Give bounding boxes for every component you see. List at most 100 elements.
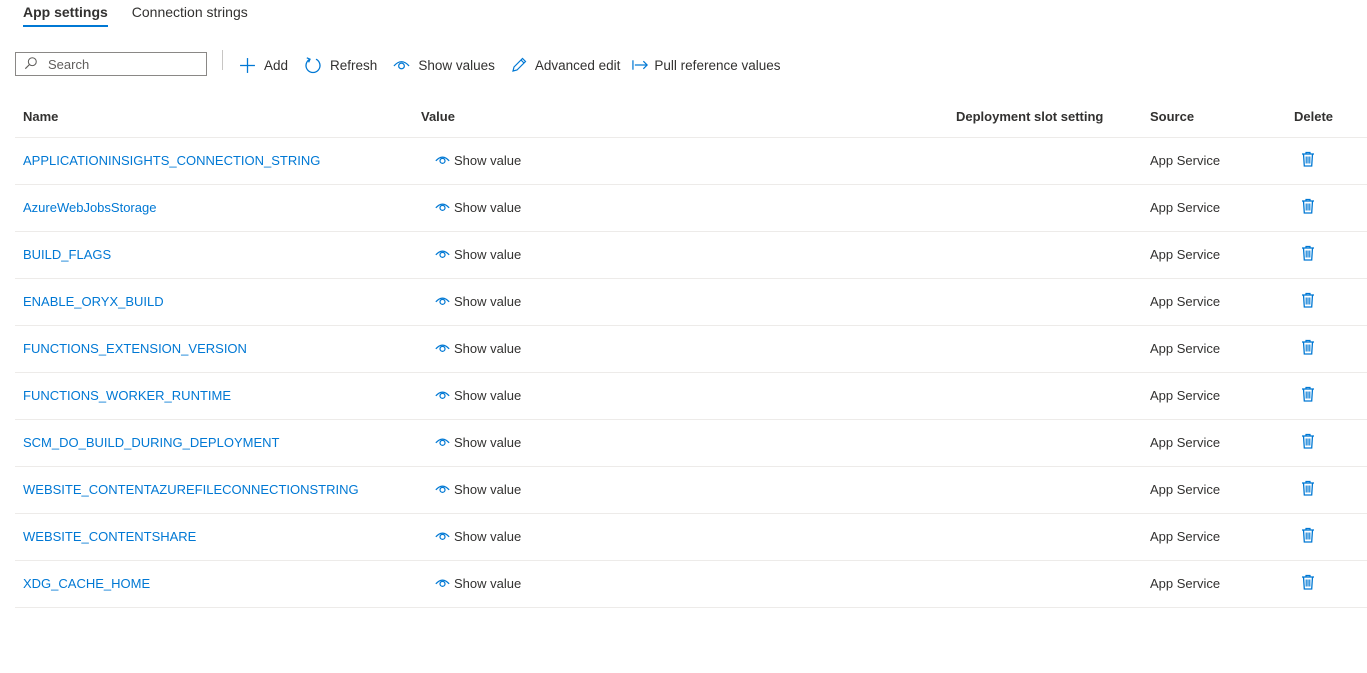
show-value-button[interactable]: Show value [435, 576, 521, 591]
setting-name-link[interactable]: APPLICATIONINSIGHTS_CONNECTION_STRING [23, 153, 320, 168]
show-value-button[interactable]: Show value [435, 247, 521, 262]
setting-name-cell: FUNCTIONS_EXTENSION_VERSION [15, 325, 421, 373]
delete-cell [1294, 372, 1367, 420]
header-source[interactable]: Source [1150, 97, 1294, 138]
setting-name-link[interactable]: WEBSITE_CONTENTAZUREFILECONNECTIONSTRING [23, 482, 359, 497]
setting-name-link[interactable]: FUNCTIONS_WORKER_RUNTIME [23, 388, 231, 403]
plus-icon [239, 57, 264, 74]
show-value-button[interactable]: Show value [435, 200, 521, 215]
show-value-button[interactable]: Show value [435, 482, 521, 497]
setting-value-cell: Show value [421, 325, 956, 373]
eye-icon [435, 531, 454, 541]
setting-name-link[interactable]: SCM_DO_BUILD_DURING_DEPLOYMENT [23, 435, 279, 450]
show-value-button[interactable]: Show value [435, 341, 521, 356]
trash-icon[interactable] [1301, 480, 1315, 496]
source-cell: App Service [1150, 419, 1294, 467]
delete-cell [1294, 513, 1367, 561]
setting-name-link[interactable]: BUILD_FLAGS [23, 247, 111, 262]
search-input[interactable] [48, 56, 198, 72]
eye-icon [435, 249, 454, 259]
deployment-slot-setting-cell [956, 231, 1150, 279]
eye-icon [393, 59, 418, 71]
show-values-label: Show values [418, 57, 495, 73]
source-cell: App Service [1150, 137, 1294, 185]
setting-name-link[interactable]: WEBSITE_CONTENTSHARE [23, 529, 196, 544]
deployment-slot-setting-cell [956, 372, 1150, 420]
deployment-slot-setting-cell [956, 513, 1150, 561]
setting-name-link[interactable]: ENABLE_ORYX_BUILD [23, 294, 164, 309]
add-label: Add [264, 57, 289, 73]
show-value-label: Show value [454, 528, 522, 544]
arrow-right-to-bar-icon [632, 59, 654, 71]
show-value-button[interactable]: Show value [435, 388, 521, 403]
deployment-slot-setting-cell [956, 466, 1150, 514]
eye-icon [435, 155, 454, 165]
source-cell: App Service [1150, 278, 1294, 326]
show-value-label: Show value [454, 293, 522, 309]
show-value-button[interactable]: Show value [435, 529, 521, 544]
setting-name-link[interactable]: XDG_CACHE_HOME [23, 576, 150, 591]
deployment-slot-setting-cell [956, 278, 1150, 326]
source-cell: App Service [1150, 560, 1294, 608]
setting-name-cell: ENABLE_ORYX_BUILD [15, 278, 421, 326]
add-button[interactable]: Add [239, 57, 288, 74]
table-row: ENABLE_ORYX_BUILD Show value App Service [15, 278, 1367, 326]
setting-name-cell: APPLICATIONINSIGHTS_CONNECTION_STRING [15, 137, 421, 185]
table-row: FUNCTIONS_WORKER_RUNTIME Show value App Se… [15, 372, 1367, 420]
trash-icon[interactable] [1301, 198, 1315, 214]
refresh-button[interactable]: Refresh [304, 56, 377, 74]
header-name[interactable]: Name [15, 97, 421, 138]
delete-cell [1294, 184, 1367, 232]
header-deployment-slot-setting[interactable]: Deployment slot setting [956, 97, 1150, 138]
trash-icon[interactable] [1301, 527, 1315, 543]
trash-icon[interactable] [1301, 574, 1315, 590]
delete-cell [1294, 137, 1367, 185]
show-value-label: Show value [454, 481, 522, 497]
search-box[interactable] [15, 52, 207, 76]
show-value-label: Show value [454, 246, 522, 262]
show-value-button[interactable]: Show value [435, 435, 521, 450]
tab-app-settings[interactable]: App settings [23, 0, 108, 28]
table-row: XDG_CACHE_HOME Show value App Service [15, 560, 1367, 608]
pull-reference-values-button[interactable]: Pull reference values [632, 58, 781, 73]
setting-name-link[interactable]: FUNCTIONS_EXTENSION_VERSION [23, 341, 247, 356]
source-cell: App Service [1150, 513, 1294, 561]
show-value-button[interactable]: Show value [435, 153, 521, 168]
eye-icon [435, 578, 454, 588]
setting-name-cell: BUILD_FLAGS [15, 231, 421, 279]
trash-icon[interactable] [1301, 292, 1315, 308]
table-row: WEBSITE_CONTENTSHARE Show value App Servic… [15, 513, 1367, 561]
deployment-slot-setting-cell [956, 325, 1150, 373]
setting-value-cell: Show value [421, 137, 956, 185]
trash-icon[interactable] [1301, 151, 1315, 167]
trash-icon[interactable] [1301, 433, 1315, 449]
eye-icon [435, 343, 454, 353]
toolbar: Add Refresh Show values Advanced edit Pu… [15, 46, 797, 82]
setting-name-link[interactable]: AzureWebJobsStorage [23, 200, 156, 215]
show-value-label: Show value [454, 387, 522, 403]
show-values-button[interactable]: Show values [393, 58, 495, 73]
trash-icon[interactable] [1301, 339, 1315, 355]
setting-value-cell: Show value [421, 513, 956, 561]
trash-icon[interactable] [1301, 245, 1315, 261]
setting-name-cell: WEBSITE_CONTENTSHARE [15, 513, 421, 561]
deployment-slot-setting-cell [956, 137, 1150, 185]
setting-name-cell: SCM_DO_BUILD_DURING_DEPLOYMENT [15, 419, 421, 467]
setting-value-cell: Show value [421, 466, 956, 514]
setting-value-cell: Show value [421, 184, 956, 232]
search-icon [24, 56, 38, 73]
show-value-button[interactable]: Show value [435, 294, 521, 309]
eye-icon [435, 296, 454, 306]
advanced-edit-button[interactable]: Advanced edit [511, 57, 620, 73]
show-value-label: Show value [454, 199, 522, 215]
show-value-label: Show value [454, 340, 522, 356]
table-row: FUNCTIONS_EXTENSION_VERSION Show value App… [15, 325, 1367, 373]
header-value[interactable]: Value [421, 97, 956, 138]
setting-value-cell: Show value [421, 278, 956, 326]
tab-connection-strings[interactable]: Connection strings [132, 0, 248, 28]
eye-icon [435, 484, 454, 494]
table-row: AzureWebJobsStorage Show value App Service [15, 184, 1367, 232]
source-cell: App Service [1150, 325, 1294, 373]
delete-cell [1294, 560, 1367, 608]
trash-icon[interactable] [1301, 386, 1315, 402]
